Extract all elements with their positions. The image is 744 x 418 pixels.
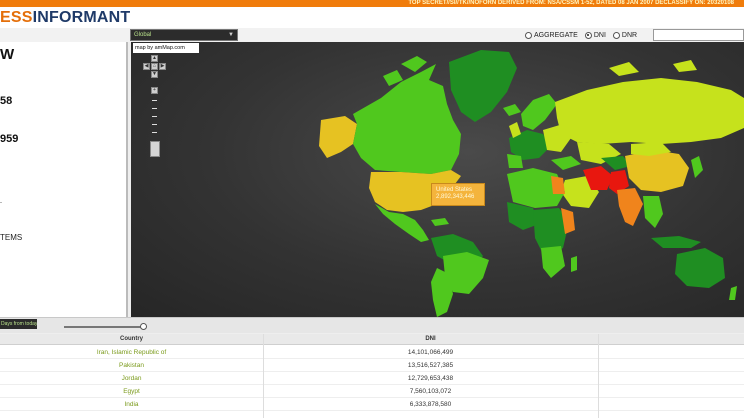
timeline-slider-thumb[interactable] — [140, 323, 147, 330]
radio-dnr-circle[interactable] — [612, 31, 620, 39]
panel-title: W — [0, 46, 15, 63]
cell-country: Jordan — [121, 375, 142, 382]
cell-dni: 7,560,103,072 — [409, 388, 452, 395]
map-region-iberia[interactable] — [507, 154, 523, 168]
classification-banner: TOP SECRET//SI//TK//NOFORN DERIVED FROM:… — [0, 0, 744, 7]
column-header-dni[interactable]: DNI — [263, 336, 598, 342]
radio-dni[interactable]: DNI — [584, 31, 606, 39]
panel-stat-1: 58 — [0, 95, 13, 107]
map-region-new-zealand[interactable] — [729, 286, 737, 300]
radio-dni-label: DNI — [593, 31, 606, 39]
logo-part-1: ESS — [0, 9, 33, 26]
map-region-iceland[interactable] — [503, 104, 521, 116]
map-region-madagascar[interactable] — [571, 256, 577, 272]
cell-dni: 12,729,653,438 — [407, 375, 454, 382]
map-region-turkey[interactable] — [551, 156, 581, 170]
radio-dnr-label: DNR — [621, 31, 638, 39]
timeline-slider-track[interactable] — [64, 326, 144, 328]
map-credit-label[interactable]: map by amMap.com — [133, 43, 199, 53]
region-dropdown[interactable]: Global ▼ — [130, 29, 238, 41]
map-region-alaska[interactable] — [319, 116, 357, 158]
timeline-strip — [0, 317, 744, 333]
map-region-scandinavia[interactable] — [521, 94, 557, 130]
column-header-country[interactable]: Country — [0, 336, 263, 342]
column-divider — [598, 334, 599, 418]
panel-stat-2: 959 — [0, 133, 19, 145]
app-header: ESSINFORMANT — [0, 7, 744, 28]
cell-dni: 13,516,527,385 — [407, 362, 454, 369]
tooltip-country: United States — [436, 187, 473, 193]
zoom-tick — [152, 108, 157, 109]
table-header: Country DNI — [0, 334, 744, 345]
map-region-russia[interactable] — [555, 78, 744, 144]
map-region-caribbean[interactable] — [431, 218, 449, 226]
period-button[interactable]: Days from today — [0, 319, 37, 329]
cell-country: Pakistan — [119, 362, 144, 369]
tooltip-value: 2,892,343,446 — [436, 194, 475, 200]
radio-dni-circle[interactable] — [584, 31, 592, 39]
cell-country: Iran, Islamic Republic of — [96, 349, 167, 356]
cell-country: Egypt — [123, 388, 140, 395]
table-row[interactable]: India 6,333,878,580 — [0, 398, 744, 411]
map-region-china[interactable] — [625, 150, 689, 192]
table-row[interactable]: Iran, Islamic Republic of 14,101,066,499 — [0, 346, 744, 359]
pan-home-icon[interactable]: ⌂ — [151, 63, 158, 70]
zoom-in-icon[interactable]: + — [151, 87, 158, 94]
zoom-tick — [152, 124, 157, 125]
pan-up-icon[interactable]: ▲ — [151, 55, 158, 62]
map-region-arctic-islands[interactable] — [609, 60, 697, 76]
map-region-egypt[interactable] — [551, 176, 565, 194]
country-table: Country DNI Iran, Islamic Republic of 14… — [0, 334, 744, 418]
cell-dni: 14,101,066,499 — [407, 349, 454, 356]
map-region-korea-japan[interactable] — [691, 156, 703, 178]
chevron-down-icon: ▼ — [228, 32, 234, 38]
search-input[interactable] — [653, 29, 744, 41]
cell-country: India — [124, 401, 139, 408]
zoom-tick — [152, 116, 157, 117]
world-map[interactable] — [131, 42, 744, 317]
table-row[interactable]: Egypt 7,560,103,072 — [0, 385, 744, 398]
panel-marker: - — [0, 200, 2, 206]
map-region-southern-africa[interactable] — [541, 246, 565, 278]
table-row[interactable]: Jordan 12,729,653,438 — [0, 372, 744, 385]
left-summary-panel: W 58 959 - TEMS — [0, 42, 128, 317]
pan-down-icon[interactable]: ▼ — [151, 71, 158, 78]
pan-left-icon[interactable]: ◀ — [143, 63, 150, 70]
map-tooltip: United States 2,892,343,446 — [431, 183, 485, 206]
zoom-tick — [152, 132, 157, 133]
region-dropdown-value: Global — [134, 32, 152, 38]
logo-part-2: INFORMANT — [32, 9, 131, 26]
map-region-canada[interactable] — [353, 64, 461, 174]
radio-aggregate[interactable]: AGGREGATE — [525, 31, 578, 39]
app-root: TOP SECRET//SI//TK//NOFORN DERIVED FROM:… — [0, 0, 744, 418]
zoom-tick — [152, 100, 157, 101]
panel-items-label: TEMS — [0, 233, 23, 242]
radio-aggregate-label: AGGREGATE — [534, 31, 578, 39]
map-region-india[interactable] — [617, 188, 643, 226]
world-map-svg[interactable] — [131, 42, 744, 317]
view-mode-radios: AGGREGATE DNI DNR — [525, 29, 637, 41]
radio-aggregate-circle[interactable] — [525, 31, 532, 39]
zoom-slider-knob[interactable] — [150, 141, 160, 157]
cell-dni: 6,333,878,580 — [409, 401, 452, 408]
app-logo: ESSINFORMANT — [0, 7, 130, 28]
map-region-southeast-asia[interactable] — [643, 196, 663, 228]
radio-dnr[interactable]: DNR — [612, 31, 638, 39]
map-region-indonesia[interactable] — [651, 236, 701, 248]
map-region-australia[interactable] — [675, 248, 725, 288]
table-row[interactable]: Pakistan 13,516,527,385 — [0, 359, 744, 372]
pan-right-icon[interactable]: ▶ — [159, 63, 166, 70]
column-divider — [263, 334, 264, 418]
